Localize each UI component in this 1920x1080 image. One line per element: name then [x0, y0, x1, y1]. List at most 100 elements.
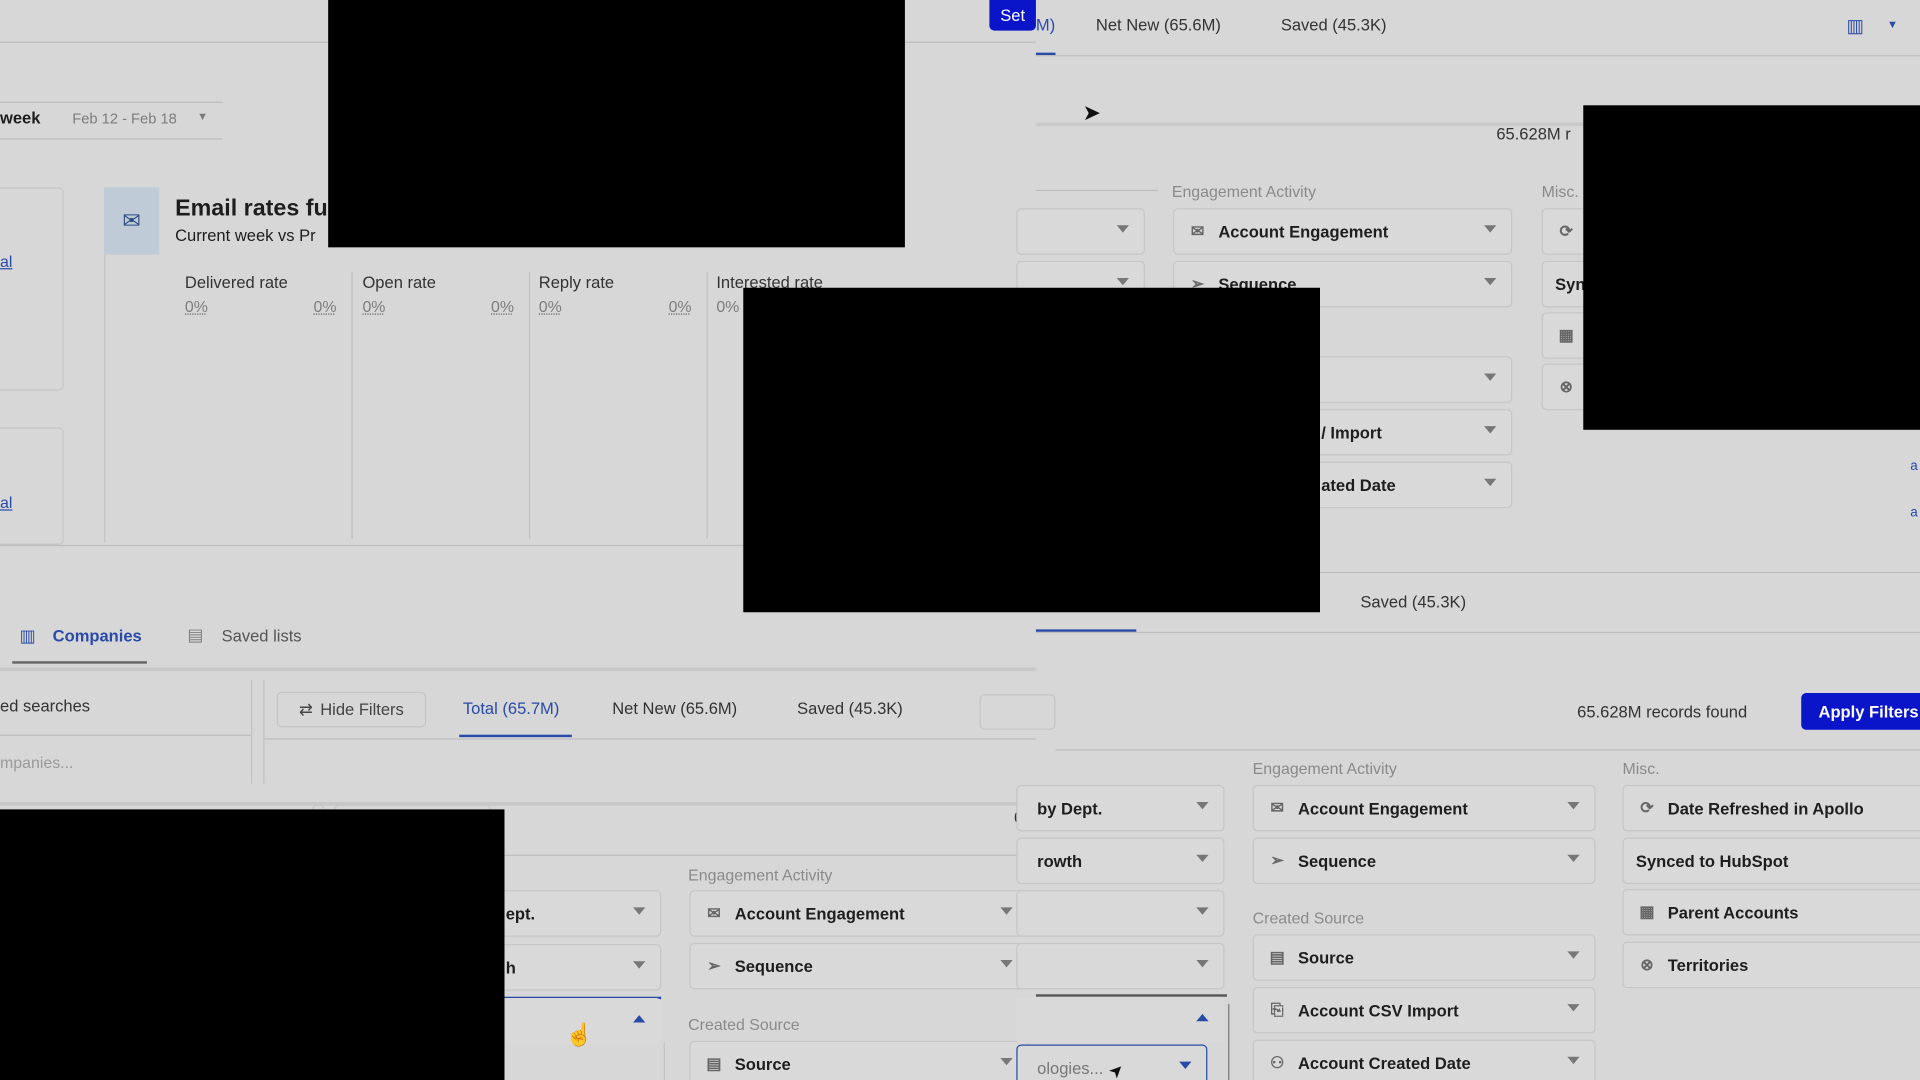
- technologies-dropdown[interactable]: [1016, 996, 1225, 1044]
- synced-hubspot-filter[interactable]: Synced to HubSpot: [1622, 837, 1920, 885]
- section-title: Misc.: [1541, 182, 1579, 201]
- filter-dropdown[interactable]: [1016, 208, 1145, 255]
- divider: [263, 679, 265, 784]
- date-refreshed-filter[interactable]: ⟳ Date Refreshed in Apollo: [1622, 784, 1920, 832]
- chevron-down-icon: [1567, 1004, 1580, 1012]
- redacted-region: [0, 809, 505, 1080]
- metric-label: Reply rate: [538, 273, 615, 292]
- chevron-down-icon: [633, 961, 646, 969]
- chevron-up-icon: [1196, 1013, 1209, 1022]
- filter-dropdown[interactable]: by Dept.: [1016, 784, 1225, 832]
- send-icon: ➢: [707, 956, 721, 975]
- divider: [0, 667, 1036, 672]
- section-title: Engagement Activity: [688, 865, 833, 885]
- send-icon: ➢: [1270, 851, 1284, 870]
- filter-dropdown[interactable]: [1016, 890, 1225, 937]
- account-engagement-dropdown[interactable]: ✉ Account Engagement: [1252, 784, 1596, 832]
- building-icon: ▥: [19, 625, 36, 646]
- apply-filters-button[interactable]: Apply Filters: [1801, 693, 1920, 730]
- search-location-icon: ⊗: [1559, 377, 1573, 396]
- search-input[interactable]: [979, 694, 1056, 730]
- date-range-select[interactable]: Feb 12 - Feb 18: [72, 110, 177, 127]
- chevron-down-icon: [1196, 960, 1209, 968]
- link-fragment[interactable]: a: [1910, 459, 1918, 474]
- tab-saved[interactable]: Saved (45.3K): [797, 699, 903, 717]
- records-count: 65.628M r: [1496, 124, 1571, 144]
- chevron-down-icon: [1484, 478, 1497, 487]
- card-link[interactable]: al: [0, 252, 12, 270]
- metric-previous: 0%: [313, 297, 337, 316]
- envelope-open-icon: ✉: [707, 903, 721, 923]
- search-companies-input[interactable]: mpanies...: [0, 753, 73, 771]
- filter-dropdown[interactable]: ept.: [489, 890, 662, 937]
- filter-dropdown[interactable]: [1016, 942, 1225, 990]
- chevron-down-icon: [1567, 1056, 1580, 1065]
- divider: [1055, 749, 1920, 751]
- tab-total[interactable]: Total (65.7M): [463, 699, 559, 717]
- building-icon[interactable]: ▥: [1847, 15, 1864, 37]
- divider: [0, 138, 223, 140]
- dropdown-label: Account Engagement: [734, 904, 905, 923]
- dropdown-label: Syn: [1555, 274, 1586, 294]
- chevron-down-icon: [1196, 854, 1209, 863]
- territories-filter[interactable]: ⊗ Territories: [1622, 941, 1920, 989]
- source-dropdown[interactable]: ▤ Source: [689, 1040, 1029, 1080]
- metric-label: Delivered rate: [184, 273, 288, 292]
- org-chart-icon: ▦: [1558, 325, 1574, 345]
- list-icon: ▤: [187, 624, 204, 645]
- account-engagement-dropdown[interactable]: ✉ Account Engagement: [689, 890, 1029, 937]
- sequence-dropdown[interactable]: ➢ Sequence: [1252, 837, 1596, 885]
- set-button[interactable]: Set: [989, 0, 1036, 31]
- tab-saved-lists[interactable]: Saved lists: [222, 627, 302, 645]
- chevron-down-icon: [1567, 951, 1580, 959]
- tab-saved[interactable]: Saved (45.3K): [1281, 16, 1387, 34]
- filter-dropdown[interactable]: h: [489, 944, 662, 991]
- chevron-down-icon: [1484, 225, 1497, 233]
- section-title: Misc.: [1622, 759, 1660, 778]
- redacted-region: [1583, 105, 1920, 430]
- divider: [0, 734, 252, 736]
- card-link[interactable]: al: [0, 493, 12, 511]
- section-title: Created Source: [1252, 908, 1365, 927]
- source-dropdown[interactable]: ▤ Source: [1252, 934, 1596, 981]
- metric-current: 0%: [184, 297, 208, 316]
- input-placeholder: ologies...: [1037, 1058, 1104, 1077]
- tab-saved[interactable]: Saved (45.3K): [1360, 593, 1466, 611]
- tab-net-new[interactable]: Net New (65.6M): [612, 699, 737, 717]
- chevron-down-icon[interactable]: ▼: [197, 110, 208, 122]
- chevron-down-icon: [1484, 277, 1497, 286]
- tab-total[interactable]: M): [1036, 16, 1055, 34]
- tab-net-new[interactable]: Net New (65.6M): [1096, 16, 1221, 34]
- tab-companies[interactable]: Companies: [53, 627, 142, 645]
- link-fragment[interactable]: a: [1910, 506, 1918, 521]
- divider: [351, 271, 353, 539]
- dropdown-label: Account Engagement: [1297, 798, 1468, 818]
- screen: week Feb 12 - Feb 18 ▼ al al ✉ Email rat…: [0, 0, 1920, 1080]
- redacted-region: [743, 287, 1321, 613]
- dropdown-label: Account Engagement: [1218, 222, 1389, 241]
- dropdown-label: Source: [1297, 948, 1355, 967]
- chevron-down-icon: [1196, 907, 1209, 915]
- parent-accounts-filter[interactable]: ▦ Parent Accounts: [1622, 888, 1920, 936]
- chevron-down-icon[interactable]: ▼: [1887, 18, 1898, 30]
- account-engagement-dropdown[interactable]: ✉ Account Engagement: [1173, 208, 1513, 255]
- filter-dropdown[interactable]: rowth: [1016, 837, 1225, 885]
- email-card-subtitle: Current week vs Pr: [175, 226, 316, 245]
- divider: [663, 1043, 665, 1080]
- org-chart-icon: ▦: [1639, 902, 1655, 921]
- dropdown-label: Account Created Date: [1297, 1053, 1471, 1073]
- chevron-down-icon: [1116, 225, 1129, 233]
- sequence-dropdown[interactable]: ➢ Sequence: [689, 942, 1029, 990]
- account-created-date-dropdown[interactable]: ⚇ Account Created Date: [1252, 1039, 1596, 1080]
- active-tab-indicator: [12, 661, 147, 664]
- hide-filters-button[interactable]: ⇄ Hide Filters: [276, 691, 427, 728]
- refresh-icon: ⟳: [1559, 221, 1573, 241]
- table-icon: ▤: [1269, 947, 1285, 967]
- account-csv-import-dropdown[interactable]: ⎘ Account CSV Import: [1252, 986, 1596, 1034]
- chevron-down-icon: [1000, 1057, 1013, 1066]
- stat-card: [0, 187, 64, 391]
- dropdown-label: by Dept.: [1037, 798, 1103, 818]
- user-plus-icon: ⚇: [1270, 1053, 1285, 1072]
- chevron-down-icon: [1484, 426, 1497, 434]
- saved-searches-title: ed searches: [0, 696, 91, 716]
